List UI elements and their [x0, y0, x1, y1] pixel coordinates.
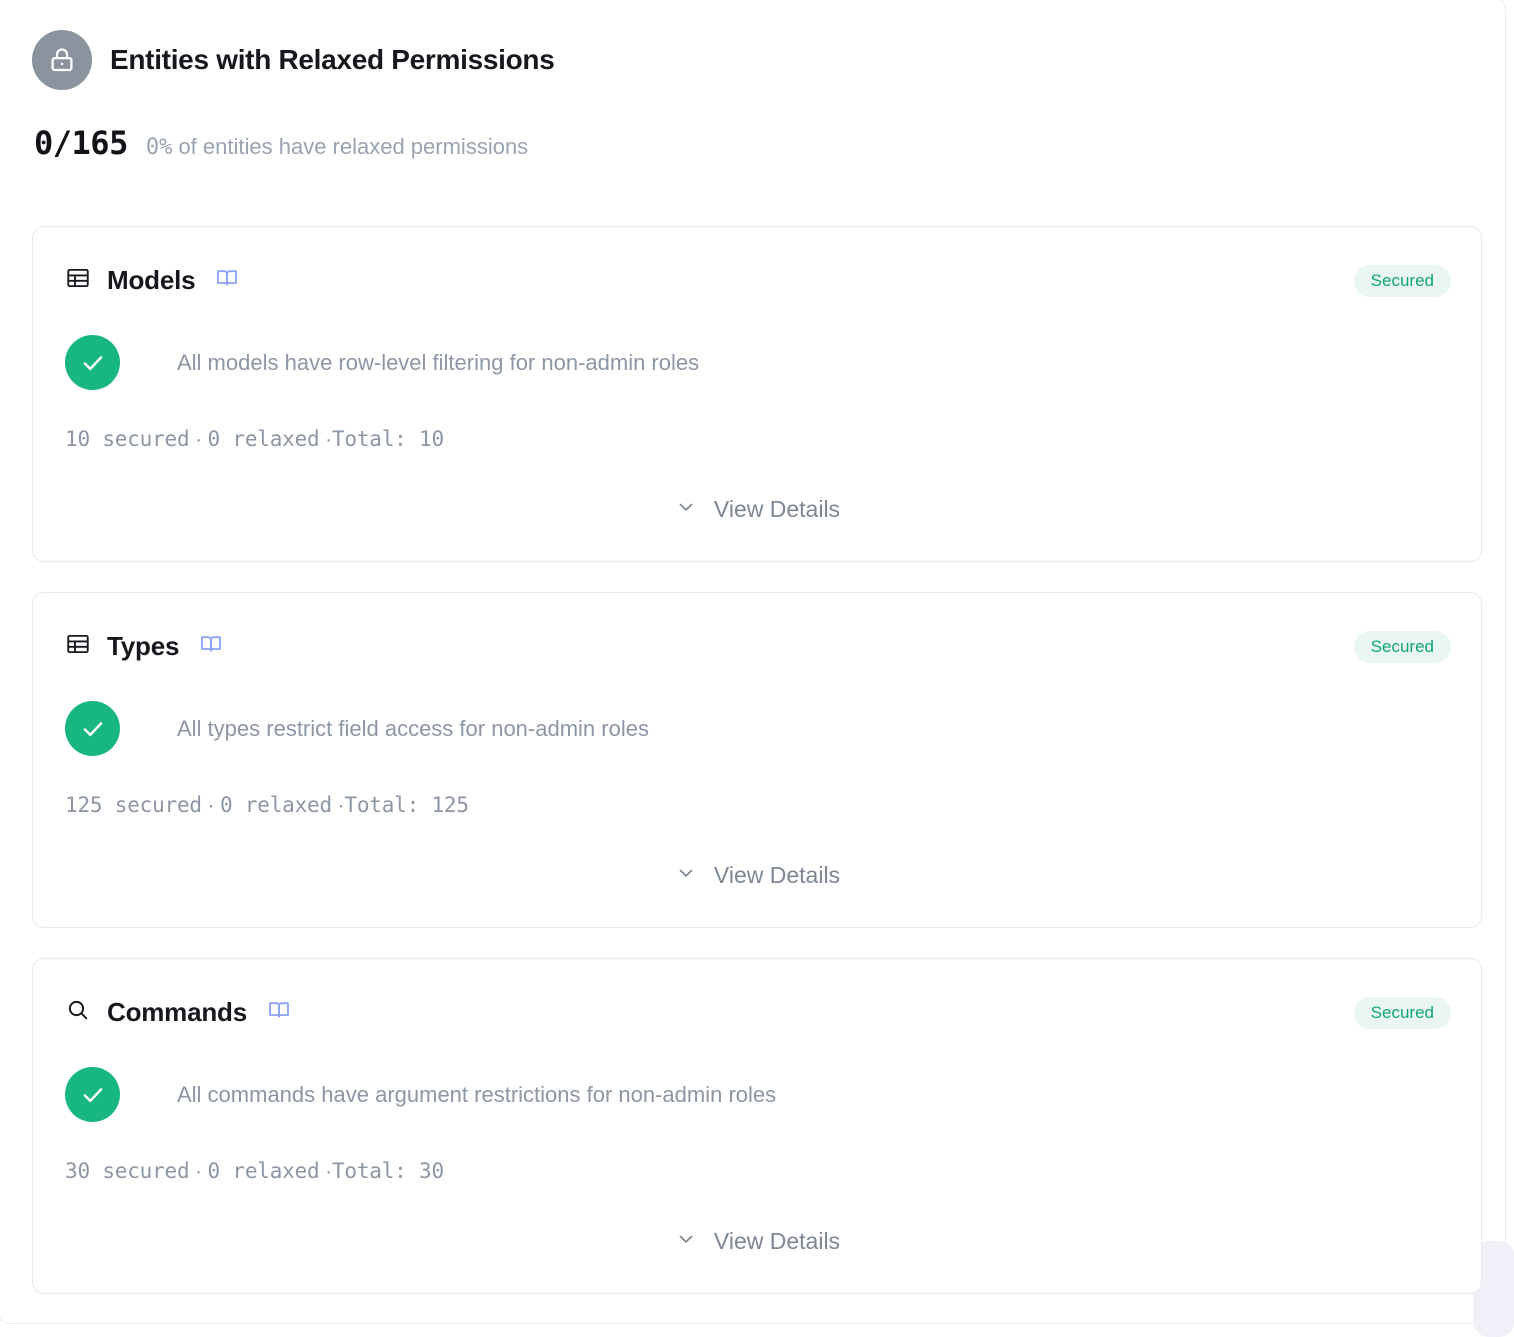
lock-icon — [32, 30, 92, 90]
stats-total: Total: 10 — [331, 427, 444, 451]
stats-separator-2: · — [319, 1160, 332, 1183]
book-icon[interactable] — [199, 632, 223, 661]
book-icon[interactable] — [215, 266, 239, 295]
relaxed-percent-text: 0% of entities have relaxed permissions — [146, 134, 528, 160]
stats-separator-1: · — [189, 1160, 208, 1183]
permissions-panel: Entities with Relaxed Permissions 0/165 … — [0, 0, 1514, 1328]
stats-secured: 10 secured — [65, 427, 190, 451]
entity-card-commands: Commands Secured All commands have argum… — [32, 958, 1482, 1294]
card-stats: 30 secured · 0 relaxed ·Total: 30 — [65, 1159, 444, 1184]
card-status-row: All types restrict field access for non-… — [65, 701, 649, 756]
entity-card-models: Models Secured All models have row-level… — [32, 226, 1482, 562]
page-title: Entities with Relaxed Permissions — [110, 44, 555, 75]
stats-secured: 30 secured — [65, 1159, 190, 1183]
stats-separator-2: · — [319, 428, 332, 451]
card-header: Commands — [65, 997, 291, 1028]
card-status-row: All commands have argument restrictions … — [65, 1067, 776, 1122]
check-circle-icon — [65, 701, 120, 756]
status-badge: Secured — [1353, 997, 1451, 1029]
table-icon — [65, 265, 91, 296]
card-stats: 125 secured · 0 relaxed ·Total: 125 — [65, 793, 469, 818]
entity-card-types: Types Secured All types restrict field a… — [32, 592, 1482, 928]
search-icon — [65, 997, 91, 1028]
card-title: Models — [107, 265, 196, 295]
card-description: All types restrict field access for non-… — [177, 715, 649, 741]
status-badge: Secured — [1353, 631, 1451, 663]
stats-relaxed: 0 relaxed — [207, 427, 320, 451]
stats-relaxed: 0 relaxed — [219, 793, 332, 817]
relaxed-percent-suffix: of entities have relaxed permissions — [172, 134, 529, 159]
check-circle-icon — [65, 335, 120, 390]
stats-total: Total: 30 — [331, 1159, 444, 1183]
view-details-label: View Details — [713, 862, 841, 888]
view-details-button[interactable]: View Details — [33, 495, 1481, 524]
summary-stat: 0/165 0% of entities have relaxed permis… — [34, 124, 528, 162]
stats-total: Total: 125 — [344, 793, 469, 817]
table-icon — [65, 631, 91, 662]
book-icon[interactable] — [267, 998, 291, 1027]
view-details-label: View Details — [713, 496, 841, 522]
card-stats: 10 secured · 0 relaxed ·Total: 10 — [65, 427, 444, 452]
card-title: Commands — [107, 997, 247, 1027]
status-badge: Secured — [1353, 265, 1451, 297]
stats-separator-1: · — [189, 428, 208, 451]
stats-relaxed: 0 relaxed — [207, 1159, 320, 1183]
card-title: Types — [107, 631, 180, 661]
view-details-label: View Details — [713, 1228, 841, 1254]
stats-separator-1: · — [201, 794, 220, 817]
stats-secured: 125 secured — [65, 793, 202, 817]
card-description: All models have row-level filtering for … — [177, 349, 700, 375]
view-details-button[interactable]: View Details — [33, 861, 1481, 890]
panel-header: Entities with Relaxed Permissions — [32, 30, 555, 90]
card-description: All commands have argument restrictions … — [177, 1081, 777, 1107]
chevron-down-icon — [674, 1227, 698, 1256]
card-header: Models — [65, 265, 239, 296]
card-status-row: All models have row-level filtering for … — [65, 335, 699, 390]
relaxed-count: 0/165 — [34, 124, 128, 162]
check-circle-icon — [65, 1067, 120, 1122]
relaxed-percent: 0% — [145, 135, 173, 160]
chevron-down-icon — [674, 861, 698, 890]
stats-separator-2: · — [331, 794, 345, 817]
chevron-down-icon — [674, 495, 698, 524]
card-header: Types — [65, 631, 223, 662]
view-details-button[interactable]: View Details — [33, 1227, 1481, 1256]
